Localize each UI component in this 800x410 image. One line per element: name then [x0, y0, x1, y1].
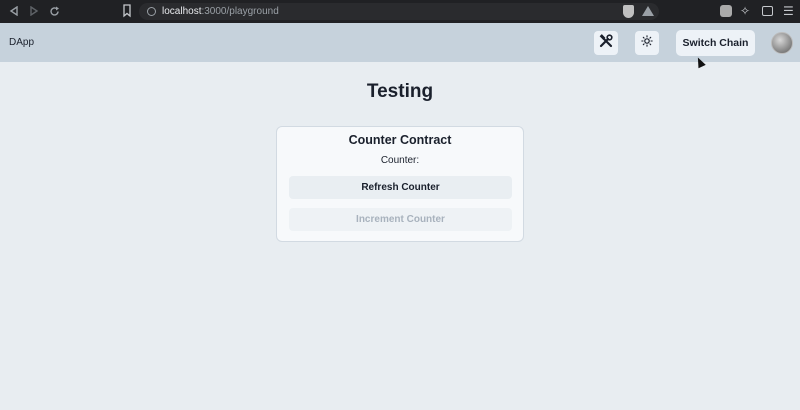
back-icon[interactable] [6, 3, 22, 19]
sun-icon [641, 34, 653, 52]
forward-icon[interactable] [26, 3, 42, 19]
switch-chain-button[interactable]: Switch Chain [676, 30, 755, 56]
theme-toggle-button[interactable] [635, 31, 659, 55]
tools-icon [599, 33, 613, 53]
bookmark-icon[interactable] [122, 4, 132, 18]
puzzle-icon[interactable]: ✧ [740, 4, 750, 18]
extension-icon[interactable] [720, 5, 732, 17]
reload-icon[interactable] [46, 3, 62, 19]
url-host: localhost [162, 6, 202, 17]
wallet-icon[interactable] [762, 6, 773, 16]
url-path: :3000/playground [201, 6, 279, 17]
brand-name[interactable]: DApp [9, 37, 34, 48]
address-bar[interactable]: localhost:3000/playground [139, 3, 659, 20]
brave-rewards-icon[interactable] [642, 6, 654, 16]
counter-contract-card: Counter Contract Counter: Refresh Counte… [276, 126, 524, 242]
increment-counter-button[interactable]: Increment Counter [289, 208, 512, 231]
counter-label: Counter: [380, 155, 420, 166]
site-info-icon[interactable] [147, 7, 156, 16]
browser-toolbar: localhost:3000/playground ✧ ☰ [0, 0, 800, 23]
refresh-counter-button[interactable]: Refresh Counter [289, 176, 512, 199]
app-header: DApp Switch Chain [0, 23, 800, 62]
page-title: Testing [366, 81, 434, 102]
avatar[interactable] [771, 32, 793, 54]
brave-shield-icon[interactable] [623, 5, 634, 18]
card-title: Counter Contract [348, 133, 452, 147]
tools-button[interactable] [594, 31, 618, 55]
menu-icon[interactable]: ☰ [783, 4, 794, 18]
